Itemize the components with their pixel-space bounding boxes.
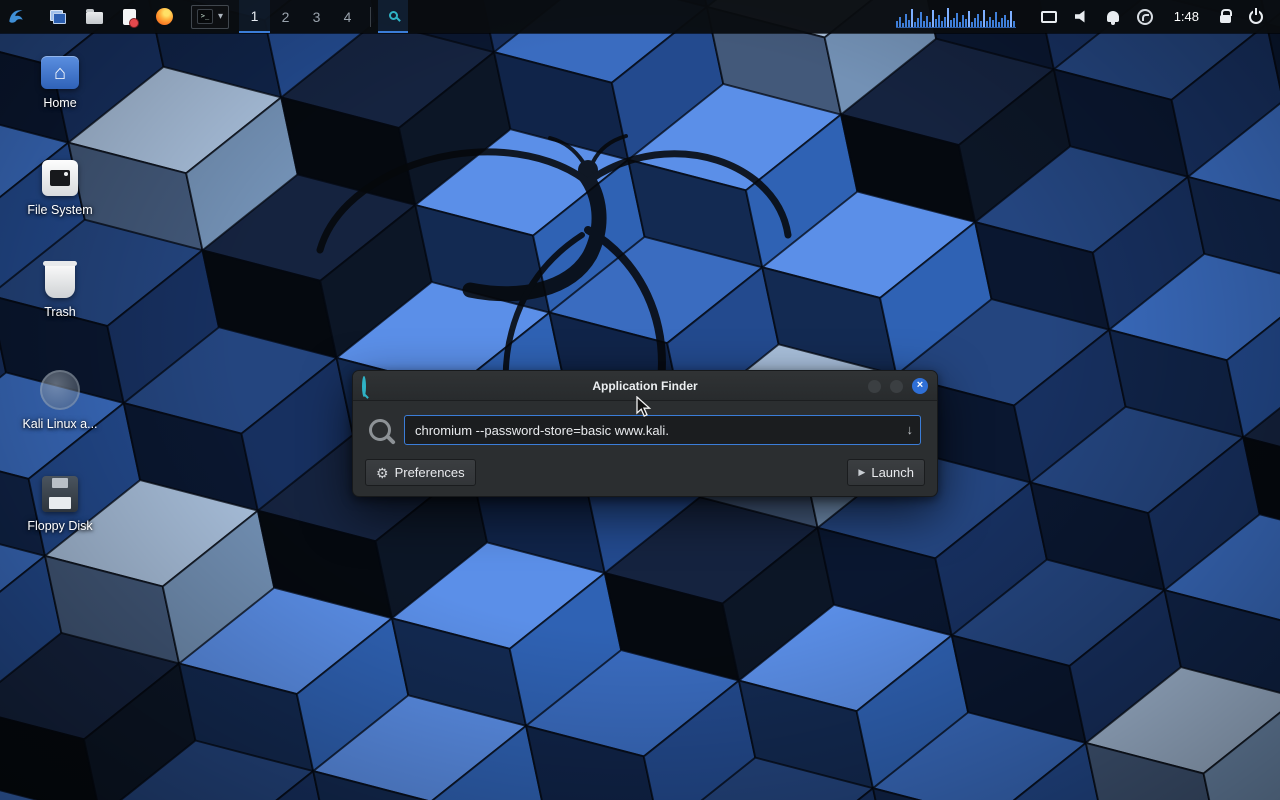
- desktop-icon-label: Trash: [44, 305, 76, 319]
- desktop-icon-floppy[interactable]: Floppy Disk: [0, 476, 120, 533]
- desktop-icon-filesystem[interactable]: File System: [0, 160, 120, 217]
- chevron-down-icon[interactable]: ▾: [218, 12, 223, 22]
- app-finder-icon: [362, 378, 377, 393]
- status-orb-icon[interactable]: [1137, 9, 1153, 25]
- command-input-wrap: ↓: [404, 415, 921, 445]
- command-input[interactable]: [404, 415, 921, 445]
- floppy-disk-icon: [42, 476, 78, 512]
- desktop-icon-home[interactable]: ⌂ Home: [0, 56, 120, 110]
- launch-label: Launch: [871, 465, 914, 480]
- top-panel: >_ ▾ 1 2 3 4 1:48: [0, 0, 1280, 33]
- filesystem-drive-icon: [42, 160, 78, 196]
- desktop-icon-label: File System: [27, 203, 92, 217]
- search-icon: [389, 11, 398, 20]
- file-manager-icon[interactable]: [76, 0, 113, 33]
- desktop-icon-trash[interactable]: Trash: [0, 264, 120, 319]
- cpu-graph[interactable]: [896, 6, 1016, 28]
- notifications-bell-icon[interactable]: [1107, 11, 1119, 22]
- input-history-arrow-icon[interactable]: ↓: [907, 421, 914, 439]
- application-finder-window: Application Finder × ↓ ⚙ Preferences ▶ L…: [352, 370, 938, 497]
- app-finder-taskbar-button[interactable]: [378, 0, 408, 33]
- workspace-4[interactable]: 4: [332, 0, 363, 33]
- finder-body: ↓ ⚙ Preferences ▶ Launch: [353, 401, 937, 496]
- launch-button[interactable]: ▶ Launch: [847, 459, 925, 486]
- lock-screen-icon[interactable]: [1220, 10, 1231, 23]
- workspace-3[interactable]: 3: [301, 0, 332, 33]
- window-title: Application Finder: [592, 379, 697, 393]
- terminal-icon[interactable]: >_: [197, 9, 213, 24]
- power-logout-icon[interactable]: [1249, 10, 1263, 24]
- workspace-2[interactable]: 2: [270, 0, 301, 33]
- trash-can-icon: [45, 264, 75, 298]
- workspace-1[interactable]: 1: [239, 0, 270, 33]
- terminal-dropdown[interactable]: >_ ▾: [191, 5, 229, 29]
- display-icon[interactable]: [1041, 11, 1057, 23]
- text-editor-icon[interactable]: [113, 0, 146, 33]
- home-folder-icon: ⌂: [41, 56, 79, 89]
- desktop-icon-kali[interactable]: Kali Linux a...: [0, 370, 120, 431]
- launch-icon: ▶: [858, 468, 865, 477]
- preferences-button[interactable]: ⚙ Preferences: [365, 459, 476, 486]
- desktop-icon-label: Floppy Disk: [27, 519, 92, 533]
- panel-separator: [370, 7, 371, 27]
- desktop-icon-label: Kali Linux a...: [22, 417, 97, 431]
- minimize-button[interactable]: [868, 380, 881, 393]
- close-button[interactable]: ×: [912, 378, 928, 394]
- search-icon-large: [369, 419, 391, 441]
- preferences-label: Preferences: [395, 465, 465, 480]
- desktop-icon-label: Home: [43, 96, 76, 110]
- gear-icon: ⚙: [376, 466, 389, 480]
- firefox-icon[interactable]: [146, 0, 183, 33]
- windows-launcher-icon[interactable]: [40, 0, 76, 33]
- kali-disc-icon: [40, 370, 80, 410]
- kali-menu-icon[interactable]: [6, 6, 28, 28]
- maximize-button[interactable]: [890, 380, 903, 393]
- volume-icon[interactable]: [1075, 10, 1089, 23]
- clock[interactable]: 1:48: [1174, 9, 1199, 24]
- workspace-pager: 1 2 3 4: [239, 0, 363, 33]
- titlebar[interactable]: Application Finder ×: [353, 371, 937, 401]
